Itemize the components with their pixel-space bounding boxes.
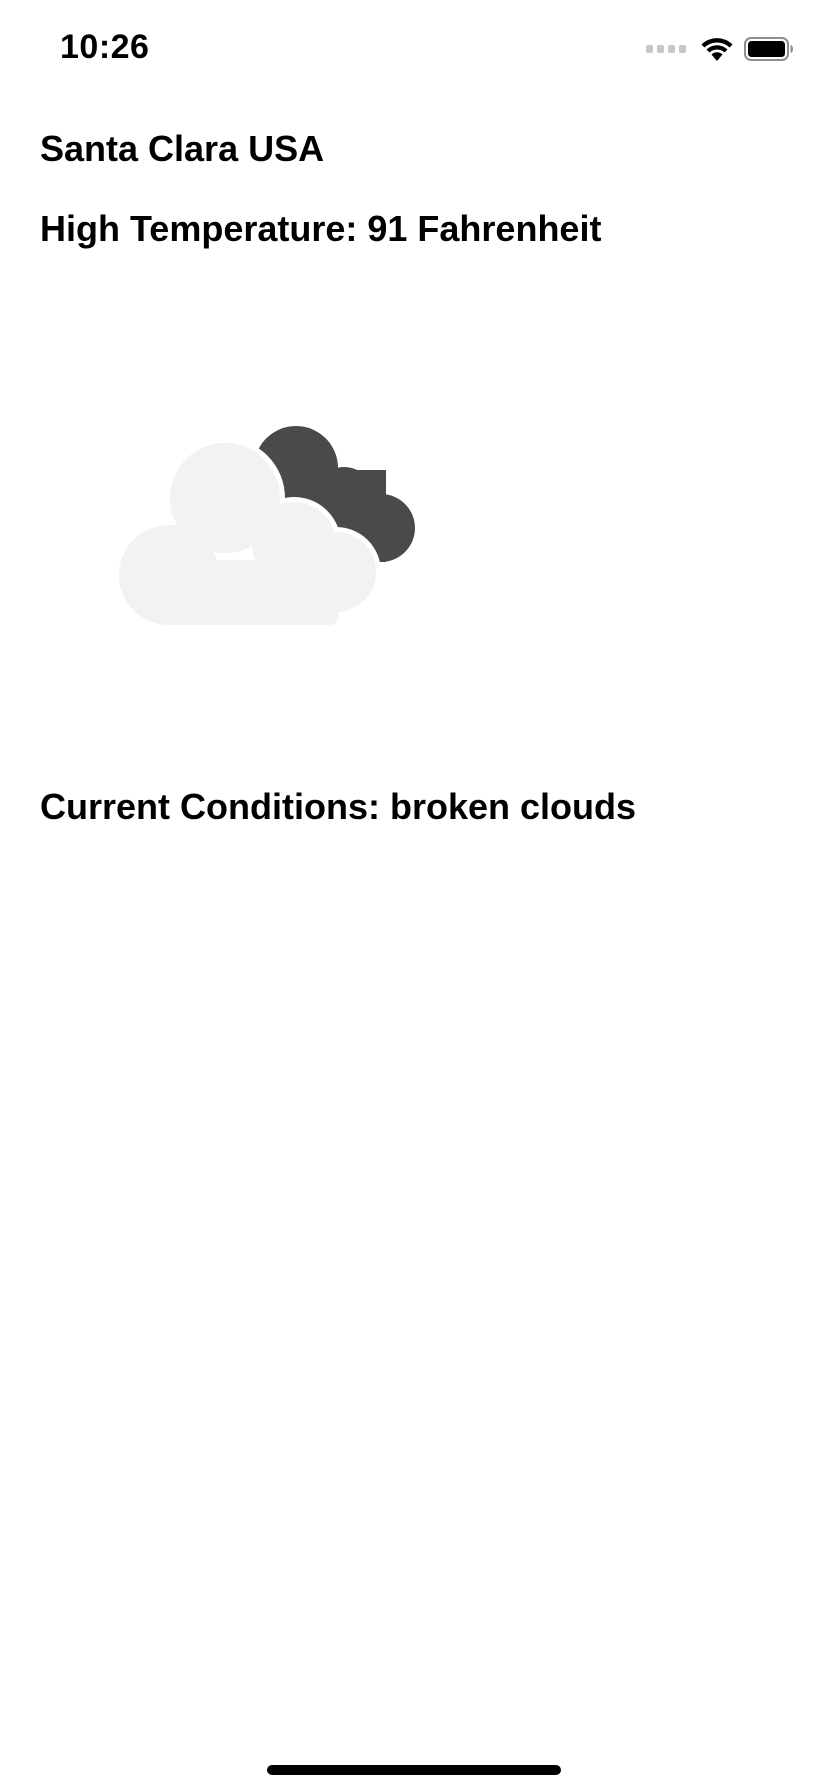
cellular-signal-icon — [646, 45, 686, 53]
home-indicator[interactable] — [267, 1765, 561, 1775]
broken-clouds-icon — [114, 426, 415, 630]
status-icons — [646, 36, 794, 62]
status-time: 10:26 — [60, 28, 150, 66]
current-conditions: Current Conditions: broken clouds — [40, 786, 637, 827]
high-temperature: High Temperature: 91 Fahrenheit — [40, 208, 602, 249]
status-bar: 10:26 — [0, 0, 828, 100]
wifi-icon — [701, 38, 733, 61]
city-name: Santa Clara USA — [40, 128, 325, 169]
battery-icon — [744, 37, 793, 61]
